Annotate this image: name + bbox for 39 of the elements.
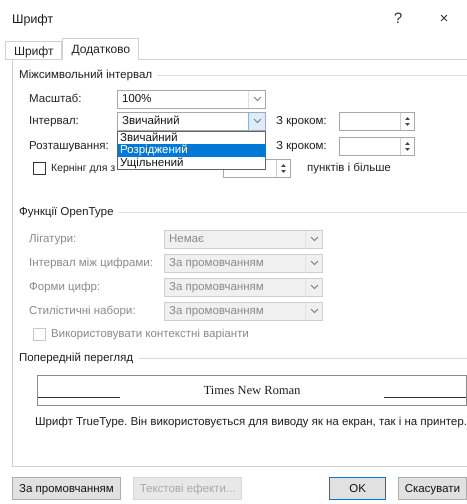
dialog-button[interactable]: OK	[329, 477, 386, 500]
chevron-icon	[310, 284, 318, 290]
field-label: Масштаб:	[29, 93, 82, 106]
spin-arrows-icon	[280, 162, 287, 174]
chevron-icon	[310, 260, 318, 266]
checkbox-label: Кернінг для з	[51, 162, 116, 174]
spin-field[interactable]	[339, 112, 415, 131]
field-label: пунктів і більше	[307, 162, 391, 174]
dialog-button[interactable]: Скасувати	[398, 477, 467, 500]
window-title: Шрифт	[12, 12, 54, 26]
field-label: Стилістичні набори:	[29, 305, 136, 318]
field-label: З кроком:	[276, 140, 328, 152]
help-button[interactable]: ?	[375, 4, 421, 34]
tab[interactable]: Шрифт	[5, 41, 62, 60]
field-label: Інтервал між цифрами:	[29, 257, 153, 270]
chevron-icon	[252, 118, 262, 124]
section-title: Міжсимвольний інтервал	[19, 69, 152, 82]
section-title: Функції OpenType	[19, 206, 114, 218]
checkbox[interactable]	[33, 162, 46, 175]
spin-arrows-icon	[404, 116, 411, 127]
spin-field[interactable]	[339, 136, 415, 156]
chevron-icon	[310, 236, 318, 242]
dialog-button[interactable]: За промовчанням	[12, 477, 121, 500]
spin-arrows-icon	[404, 140, 411, 152]
checkbox-label: Використовувати контекстні варіанти	[51, 328, 249, 340]
field-label: З кроком:	[276, 115, 328, 128]
field-label: Інтервал:	[29, 115, 79, 128]
dropdown-option[interactable]: Розріджений	[118, 144, 265, 157]
chevron-icon	[310, 308, 318, 314]
font-description: Шрифт TrueType. Він використовується для виводу як на екран, так і на принтер.	[35, 416, 467, 428]
section-title: Попередній перегляд	[19, 352, 134, 364]
field-label: Лігатури:	[29, 233, 76, 246]
tab[interactable]: Додатково	[62, 38, 140, 60]
close-button[interactable]: ×	[421, 4, 467, 34]
preview-sample: Times New Roman	[202, 383, 302, 398]
field-label: Форми цифр:	[29, 281, 100, 294]
field-label: Розташування:	[29, 140, 109, 152]
scale-dropdown[interactable]: 100%	[117, 90, 266, 109]
chevron-icon	[252, 96, 262, 102]
